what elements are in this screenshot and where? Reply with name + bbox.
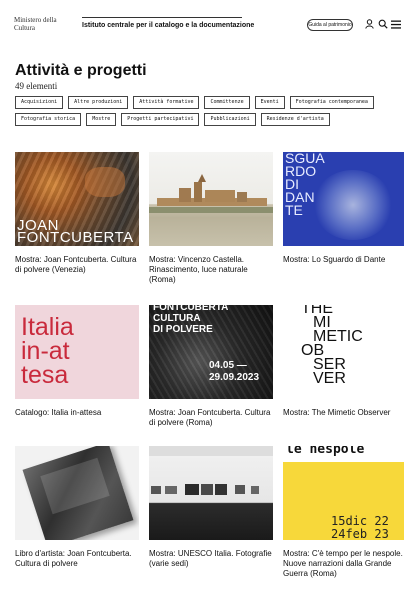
fontcuberta-date-2: 29.09.2023 <box>209 372 260 383</box>
filter-acquisizioni[interactable]: Acquisizioni <box>15 96 64 109</box>
card-image[interactable]: THE MI METIC OB SER VER <box>283 305 404 399</box>
filter-pubblicazioni[interactable]: Pubblicazioni <box>204 113 256 126</box>
card-image[interactable]: le nespole 15dic 22 24feb 23 <box>283 446 404 540</box>
fontcuberta-text-2: CULTURA <box>153 313 201 324</box>
mimetic-text-6: VER <box>313 370 346 387</box>
card-title[interactable]: Mostra: Vincenzo Castella. Rinascimento,… <box>149 255 273 285</box>
card-unesco[interactable]: Mostra: UNESCO Italia. Fotografie (varie… <box>149 446 273 569</box>
card-title[interactable]: Mostra: Joan Fontcuberta. Cultura di pol… <box>149 408 273 428</box>
card-title[interactable]: Mostra: C'è tempo per le nespole. Nuove … <box>283 549 404 579</box>
filter-eventi[interactable]: Eventi <box>254 96 285 109</box>
nespole-title: le nespole <box>286 446 365 457</box>
card-image[interactable] <box>149 152 273 246</box>
results-count: 49 elementi <box>15 81 58 91</box>
nespole-date-2: 24feb 23 <box>331 527 389 541</box>
card-image[interactable] <box>15 446 139 540</box>
card-castella[interactable]: Mostra: Vincenzo Castella. Rinascimento,… <box>149 152 273 285</box>
card-image[interactable]: JOAN FONTCUBERTA <box>15 152 139 246</box>
filter-fotografia-storica[interactable]: Fotografia storica <box>15 113 82 126</box>
card-nespole[interactable]: le nespole 15dic 22 24feb 23 Mostra: C'è… <box>283 446 404 579</box>
ministry-line-2: Cultura <box>14 24 35 32</box>
card-italia-in-attesa[interactable]: Italia in-at tesa Catalogo: Italia in-at… <box>15 305 139 418</box>
card-mimetic-observer[interactable]: THE MI METIC OB SER VER Mostra: The Mime… <box>283 305 404 418</box>
filter-attivita-formative[interactable]: Attività formative <box>133 96 200 109</box>
ministry-line-1: Ministero della <box>14 16 57 24</box>
filter-residenze-artista[interactable]: Residenze d'artista <box>260 113 330 126</box>
card-title[interactable]: Mostra: Lo Sguardo di Dante <box>283 255 404 265</box>
card-image[interactable]: SGUA RDO DI DAN TE <box>283 152 404 246</box>
card-image[interactable]: FONTCUBERTA CULTURA DI POLVERE 04.05 — 2… <box>149 305 273 399</box>
card-title[interactable]: Mostra: The Mimetic Observer <box>283 408 404 418</box>
card-title[interactable]: Mostra: UNESCO Italia. Fotografie (varie… <box>149 549 273 569</box>
card-libro-artista[interactable]: Libro d'artista: Joan Fontcuberta. Cultu… <box>15 446 139 569</box>
institute-name[interactable]: Istituto centrale per il catalogo e la d… <box>82 17 254 29</box>
menu-icon[interactable] <box>390 18 401 30</box>
search-icon[interactable] <box>377 18 388 30</box>
ministry-logo[interactable]: Ministero della Cultura <box>14 16 57 32</box>
card-sguardo-dante[interactable]: SGUA RDO DI DAN TE Mostra: Lo Sguardo di… <box>283 152 404 265</box>
italia-text-1: Italia <box>21 313 74 341</box>
filter-fotografia-contemporanea[interactable]: Fotografia contemporanea <box>289 96 374 109</box>
site-header: Ministero della Cultura Istituto central… <box>0 0 404 48</box>
filter-mostre[interactable]: Mostre <box>86 113 117 126</box>
page-title: Attività e progetti <box>15 62 147 79</box>
card-fontcuberta-roma[interactable]: FONTCUBERTA CULTURA DI POLVERE 04.05 — 2… <box>149 305 273 428</box>
filter-altre-produzioni[interactable]: Altre produzioni <box>68 96 129 109</box>
card-title[interactable]: Libro d'artista: Joan Fontcuberta. Cultu… <box>15 549 139 569</box>
card-title[interactable]: Mostra: Joan Fontcuberta. Cultura di pol… <box>15 255 139 275</box>
fontcuberta-text-1: FONTCUBERTA <box>153 305 229 313</box>
italia-text-3: tesa <box>21 361 69 389</box>
guide-button[interactable]: Guida al patrimonio <box>307 19 353 31</box>
fontcuberta-date-1: 04.05 — <box>209 360 247 371</box>
card-image[interactable]: Italia in-at tesa <box>15 305 139 399</box>
filter-committenze[interactable]: Committenze <box>204 96 250 109</box>
filter-progetti-partecipativi[interactable]: Progetti partecipativi <box>121 113 200 126</box>
user-icon[interactable] <box>364 18 375 30</box>
card-image[interactable] <box>149 446 273 540</box>
castle-illustration <box>149 174 273 213</box>
card-image-text: JOAN FONTCUBERTA <box>17 217 134 246</box>
fontcuberta-text-3: DI POLVERE <box>153 324 213 335</box>
dante-text-5: TE <box>285 202 303 218</box>
filter-tags: Acquisizioni Altre produzioni Attività f… <box>15 96 400 126</box>
italia-text-2: in-at <box>21 337 70 365</box>
card-title[interactable]: Catalogo: Italia in-attesa <box>15 408 139 418</box>
card-fontcuberta-venezia[interactable]: JOAN FONTCUBERTA Mostra: Joan Fontcubert… <box>15 152 139 275</box>
